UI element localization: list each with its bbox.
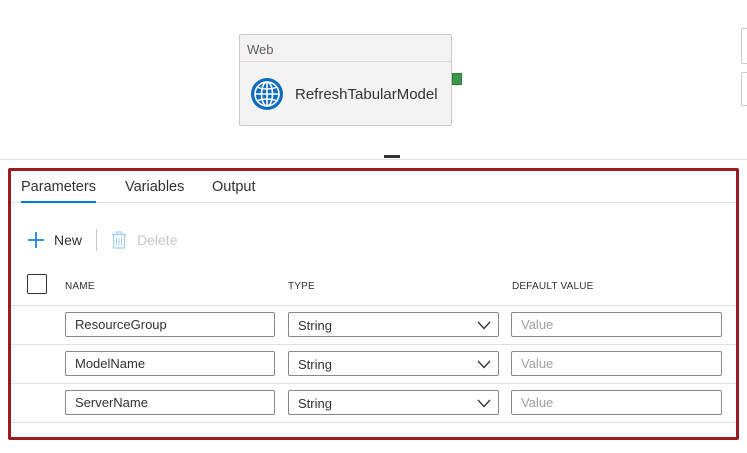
panel-splitter: [0, 159, 747, 160]
table-row: String: [11, 345, 736, 384]
panel-resize-handle[interactable]: [384, 155, 400, 158]
trash-icon: [112, 231, 127, 249]
parameter-type-select[interactable]: String: [288, 312, 499, 337]
table-row: String: [11, 384, 736, 423]
chevron-down-icon: [477, 321, 491, 330]
chevron-down-icon: [477, 399, 491, 408]
new-parameter-button[interactable]: New: [27, 231, 82, 249]
activity-type-label: Web: [240, 35, 451, 62]
delete-button-label: Delete: [137, 232, 178, 248]
default-value-input[interactable]: [511, 351, 722, 376]
success-output-port[interactable]: [452, 73, 462, 85]
column-header-default-value: DEFAULT VALUE: [512, 281, 594, 292]
parameters-table-header: NAME TYPE DEFAULT VALUE: [11, 269, 736, 306]
canvas-side-control[interactable]: [741, 72, 747, 106]
parameter-name-input[interactable]: [65, 312, 275, 337]
panel-tabs: Parameters Variables Output: [11, 171, 736, 203]
type-selected-value: String: [298, 396, 332, 411]
parameter-name-input[interactable]: [65, 390, 275, 415]
plus-icon: [28, 232, 44, 248]
pipeline-canvas[interactable]: Web RefreshTabularModel: [0, 0, 747, 160]
parameters-toolbar: New Delete: [27, 228, 177, 252]
canvas-side-control[interactable]: [741, 28, 747, 64]
tab-parameters[interactable]: Parameters: [21, 179, 96, 203]
default-value-input[interactable]: [511, 312, 722, 337]
web-activity-node[interactable]: Web RefreshTabularModel: [239, 34, 452, 126]
activity-name: RefreshTabularModel: [295, 85, 438, 103]
globe-icon: [251, 78, 283, 110]
toolbar-divider: [96, 229, 98, 251]
properties-panel: Parameters Variables Output New Delete N…: [8, 168, 739, 440]
type-selected-value: String: [298, 318, 332, 333]
parameter-type-select[interactable]: String: [288, 390, 499, 415]
table-row: String: [11, 306, 736, 345]
type-selected-value: String: [298, 357, 332, 372]
parameter-type-select[interactable]: String: [288, 351, 499, 376]
select-all-checkbox[interactable]: [27, 274, 47, 294]
tab-variables[interactable]: Variables: [125, 179, 184, 201]
parameter-name-input[interactable]: [65, 351, 275, 376]
delete-parameter-button[interactable]: Delete: [111, 231, 177, 249]
chevron-down-icon: [477, 360, 491, 369]
tab-output[interactable]: Output: [212, 179, 256, 201]
new-button-label: New: [54, 232, 83, 248]
column-header-type: TYPE: [288, 281, 315, 292]
column-header-name: NAME: [65, 281, 95, 292]
default-value-input[interactable]: [511, 390, 722, 415]
